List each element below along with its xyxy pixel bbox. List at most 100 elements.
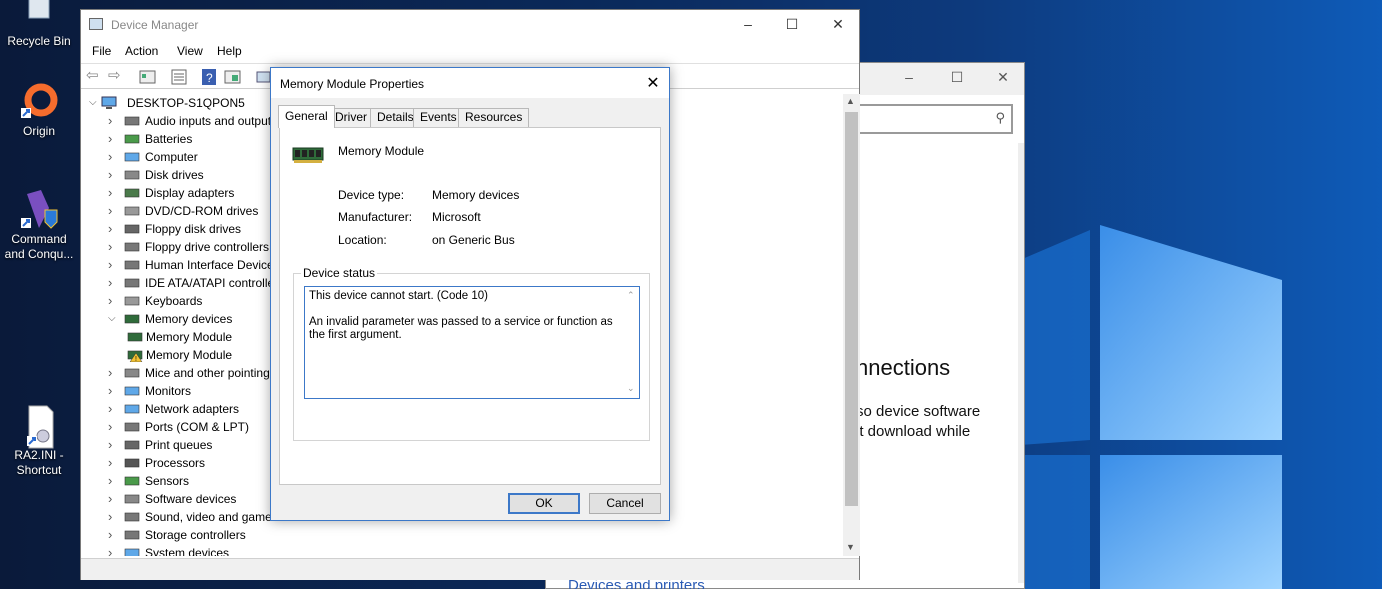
tree-item-label: Processors [145, 456, 206, 470]
printer-icon [124, 438, 140, 452]
dm-close-button[interactable]: ✕ [815, 16, 861, 36]
command-and-conquer-desktop-icon[interactable]: Command and Conqu... [0, 188, 78, 262]
software-icon [124, 492, 140, 506]
ok-button[interactable]: OK [508, 493, 580, 514]
menu-action[interactable]: Action [125, 44, 158, 58]
device-type-label: Device type: [338, 188, 405, 202]
tree-item-label: Floppy disk drives [145, 222, 242, 236]
scroll-thumb[interactable] [845, 112, 858, 506]
command-and-conquer-label: Command and Conqu... [4, 232, 74, 261]
back-arrow-icon[interactable]: ⇦ [86, 66, 104, 84]
controller-icon [124, 240, 140, 254]
dvd-icon [124, 204, 140, 218]
expand-arrow-icon[interactable]: › [108, 238, 118, 256]
ide-icon [124, 276, 140, 290]
expand-arrow-icon[interactable]: › [108, 364, 118, 382]
expand-arrow-icon[interactable]: › [108, 418, 118, 436]
device-type-value: Memory devices [432, 188, 520, 202]
memory-icon [124, 312, 140, 326]
tab-events[interactable]: Events [413, 108, 464, 127]
expand-arrow-icon[interactable]: › [108, 256, 118, 274]
dm-minimize-button[interactable]: – [725, 16, 771, 36]
help-toolbar-icon[interactable]: ? [201, 69, 219, 85]
cpu-icon [124, 456, 140, 470]
tree-item-label: Display adapters [145, 186, 235, 200]
menu-view[interactable]: View [177, 44, 203, 58]
bg-minimize-button[interactable]: – [886, 69, 932, 89]
monitor-icon [124, 150, 140, 164]
expand-arrow-icon[interactable]: › [108, 274, 118, 292]
expand-arrow-icon[interactable]: › [108, 472, 118, 490]
storage-icon [124, 528, 140, 542]
general-tab-panel: Memory Module Device type: Memory device… [279, 127, 661, 485]
bg-close-button[interactable]: ✕ [980, 69, 1026, 89]
expand-arrow-icon[interactable]: › [108, 382, 118, 400]
device-status-group: Device status This device cannot start. … [293, 266, 650, 441]
device-view-toolbar-icon[interactable] [224, 69, 242, 85]
system-icon [124, 546, 140, 556]
bg-scrollbar[interactable] [1018, 143, 1024, 583]
expand-arrow-icon[interactable]: › [108, 526, 118, 544]
device-status-legend: Device status [301, 266, 378, 280]
tab-driver[interactable]: Driver [328, 108, 374, 127]
ra2-ini-shortcut-desktop-icon[interactable]: RA2.INI - Shortcut [0, 404, 78, 478]
expand-arrow-icon[interactable]: › [108, 148, 118, 166]
tree-item-label: Human Interface Devices [145, 258, 280, 272]
status-line-1: This device cannot start. (Code 10) [309, 290, 488, 302]
expand-arrow-icon[interactable]: › [108, 400, 118, 418]
windows-logo-wallpaper [1020, 225, 1282, 589]
scroll-up-arrow-icon[interactable]: ▲ [846, 96, 855, 106]
collapse-arrow-icon[interactable]: ⌵ [108, 310, 118, 328]
tab-general[interactable]: General [278, 105, 335, 128]
expand-arrow-icon[interactable]: › [108, 292, 118, 310]
recycle-bin-desktop-icon[interactable]: Recycle Bin [0, 0, 78, 49]
origin-desktop-icon[interactable]: Origin [0, 80, 78, 139]
expand-arrow-icon[interactable]: › [108, 202, 118, 220]
status-scrollbar[interactable]: ⌃ ⌄ [624, 287, 639, 398]
memory-module-properties-dialog[interactable]: Memory Module Properties ✕ General Drive… [270, 67, 670, 521]
cancel-button[interactable]: Cancel [589, 493, 661, 514]
expand-arrow-icon[interactable]: › [108, 490, 118, 508]
expand-arrow-icon[interactable]: › [108, 508, 118, 526]
device-status-textbox[interactable]: This device cannot start. (Code 10) An i… [304, 286, 640, 399]
dm-maximize-button[interactable]: ☐ [769, 16, 815, 36]
list-toolbar-icon[interactable] [171, 69, 189, 85]
port-icon [124, 420, 140, 434]
expand-arrow-icon[interactable]: › [108, 130, 118, 148]
manufacturer-value: Microsoft [432, 210, 481, 224]
device-tree-scrollbar[interactable]: ▲ ▼ [843, 94, 860, 556]
battery-icon [124, 132, 140, 146]
monitor-icon [124, 384, 140, 398]
mouse-icon [124, 366, 140, 380]
expand-arrow-icon[interactable]: › [108, 436, 118, 454]
expand-arrow-icon[interactable]: › [108, 454, 118, 472]
status-scroll-up-icon[interactable]: ⌃ [627, 289, 635, 302]
expand-arrow-icon[interactable]: › [108, 220, 118, 238]
tree-item-label: Disk drives [145, 168, 204, 182]
menu-file[interactable]: File [92, 44, 111, 58]
properties-toolbar-icon[interactable] [139, 69, 157, 85]
status-scroll-down-icon[interactable]: ⌄ [627, 382, 635, 395]
tree-item-label: IDE ATA/ATAPI controllers [145, 276, 285, 290]
expand-arrow-icon[interactable]: › [108, 112, 118, 130]
bg-maximize-button[interactable]: ☐ [934, 69, 980, 89]
svg-text:?: ? [206, 71, 213, 85]
menu-help[interactable]: Help [217, 44, 242, 58]
origin-label: Origin [22, 124, 55, 138]
tree-item-label: Monitors [145, 384, 192, 398]
tab-resources[interactable]: Resources [458, 108, 530, 127]
display-adapter-icon [124, 186, 140, 200]
expand-arrow-icon[interactable]: › [108, 544, 118, 556]
tree-item-label: Storage controllers [145, 528, 246, 542]
tree-item-label: Keyboards [145, 294, 203, 308]
scroll-down-arrow-icon[interactable]: ▼ [846, 542, 855, 552]
keyboard-icon [124, 294, 140, 308]
device-manager-title: Device Manager [111, 18, 199, 32]
expand-arrow-icon[interactable]: › [108, 184, 118, 202]
dialog-close-button[interactable]: ✕ [643, 73, 663, 93]
expand-arrow-icon[interactable]: › [108, 166, 118, 184]
collapse-arrow-icon[interactable]: ⌵ [89, 94, 99, 112]
forward-arrow-icon[interactable]: ⇨ [108, 66, 126, 84]
tree-item-label: System devices [145, 546, 230, 556]
network-icon [124, 402, 140, 416]
